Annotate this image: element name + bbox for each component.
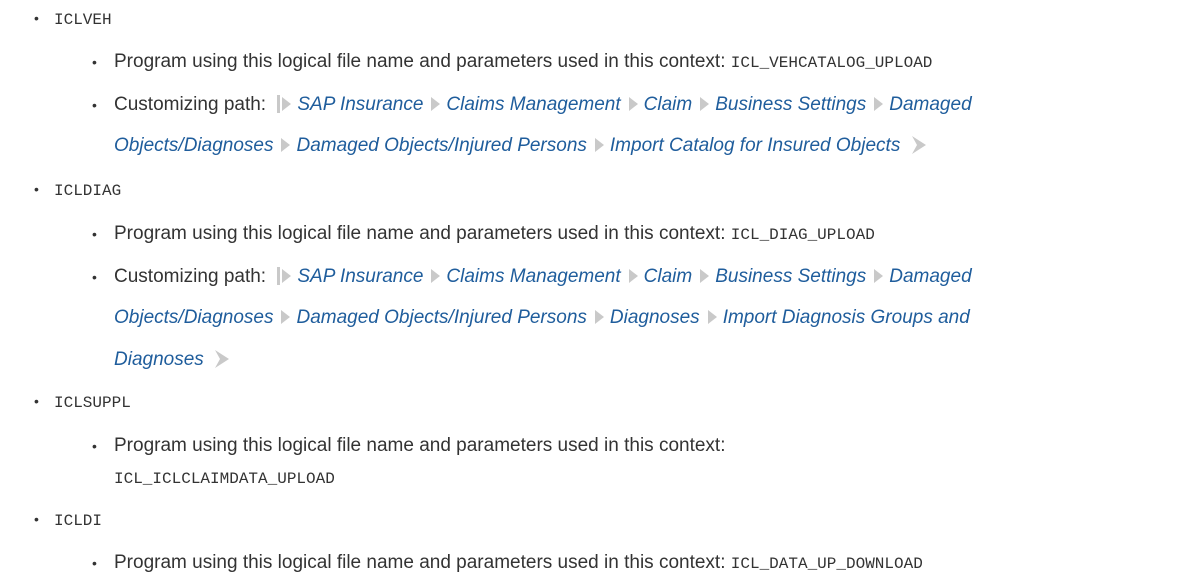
path-separator-icon <box>431 269 441 283</box>
path-link-part[interactable]: Objects/Diagnoses <box>114 307 273 328</box>
path-link[interactable]: SAP Insurance <box>297 94 423 115</box>
file-name-icldi: ICLDI <box>54 512 103 530</box>
path-link[interactable]: Claim <box>644 94 693 115</box>
file-name-icldiag: ICLDIAG <box>54 182 122 200</box>
program-label: Program using this logical file name and… <box>114 51 726 72</box>
file-name-iclveh: ICLVEH <box>54 11 112 29</box>
path-link[interactable]: Damaged Objects/Injured Persons <box>296 135 586 156</box>
path-separator-icon <box>628 97 638 111</box>
bullet: • <box>34 511 39 527</box>
path-separator-icon <box>874 97 884 111</box>
customizing-path-icldiag-cont2: Diagnoses <box>114 347 230 373</box>
bullet: • <box>34 393 39 409</box>
path-link-part[interactable]: Objects/Diagnoses <box>114 135 273 156</box>
bullet: • <box>92 438 97 454</box>
program-line-icldi: Program using this logical file name and… <box>114 550 923 576</box>
path-link[interactable]: Business Settings <box>715 266 866 287</box>
path-start-icon <box>277 95 281 113</box>
path-start-icon <box>277 267 281 285</box>
path-separator-icon <box>594 138 604 152</box>
path-separator-icon <box>707 310 717 324</box>
program-name: ICL_DATA_UP_DOWNLOAD <box>730 555 923 573</box>
customizing-label: Customizing path: <box>114 266 267 287</box>
program-label: Program using this logical file name and… <box>114 223 726 244</box>
customizing-path-icldiag-cont: Objects/Diagnoses Damaged Objects/Injured… <box>114 305 970 331</box>
path-separator-icon <box>700 269 710 283</box>
path-link[interactable]: Damaged Objects/Injured Persons <box>296 307 586 328</box>
customizing-label: Customizing path: <box>114 94 267 115</box>
customizing-path-icldiag: Customizing path: SAP Insurance Claims Ma… <box>114 264 972 290</box>
bullet: • <box>34 181 39 197</box>
program-line-icldiag: Program using this logical file name and… <box>114 221 875 247</box>
path-separator-icon <box>431 97 441 111</box>
path-end-icon <box>911 136 926 154</box>
path-separator-icon <box>594 310 604 324</box>
path-link-part[interactable]: Damaged <box>889 94 971 115</box>
program-label: Program using this logical file name and… <box>114 435 726 456</box>
program-line-iclveh: Program using this logical file name and… <box>114 49 932 75</box>
path-separator-icon <box>282 269 292 283</box>
path-separator-icon <box>700 97 710 111</box>
customizing-path-iclveh-cont: Objects/Diagnoses Damaged Objects/Injured… <box>114 133 926 159</box>
path-link[interactable]: Claims Management <box>446 94 620 115</box>
path-link[interactable]: Business Settings <box>715 94 866 115</box>
path-link[interactable]: Diagnoses <box>610 307 700 328</box>
path-separator-icon <box>282 97 292 111</box>
program-label: Program using this logical file name and… <box>114 552 726 573</box>
bullet: • <box>34 10 39 26</box>
path-separator-icon <box>281 310 291 324</box>
bullet: • <box>92 226 97 242</box>
path-link[interactable]: Claims Management <box>446 266 620 287</box>
path-link-part[interactable]: Import Diagnosis Groups and <box>723 307 970 328</box>
file-name-iclsuppl: ICLSUPPL <box>54 394 131 412</box>
path-link[interactable]: SAP Insurance <box>297 266 423 287</box>
path-link[interactable]: Import Catalog for Insured Objects <box>610 135 900 156</box>
path-link[interactable]: Claim <box>644 266 693 287</box>
program-line-iclsuppl: Program using this logical file name and… <box>114 433 725 459</box>
program-name: ICL_DIAG_UPLOAD <box>730 226 875 244</box>
customizing-path-iclveh: Customizing path: SAP Insurance Claims Ma… <box>114 92 972 118</box>
bullet: • <box>92 555 97 571</box>
path-link-part[interactable]: Diagnoses <box>114 349 204 370</box>
program-name: ICL_VEHCATALOG_UPLOAD <box>730 54 933 72</box>
program-name-iclsuppl: ICL_ICLCLAIMDATA_UPLOAD <box>114 470 335 488</box>
path-separator-icon <box>874 269 884 283</box>
bullet: • <box>92 269 97 285</box>
bullet: • <box>92 54 97 70</box>
path-end-icon <box>215 350 230 368</box>
path-separator-icon <box>281 138 291 152</box>
bullet: • <box>92 97 97 113</box>
path-separator-icon <box>628 269 638 283</box>
path-link-part[interactable]: Damaged <box>889 266 971 287</box>
